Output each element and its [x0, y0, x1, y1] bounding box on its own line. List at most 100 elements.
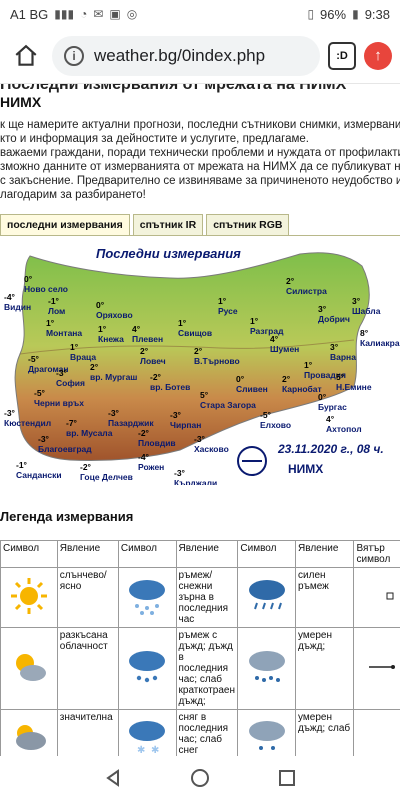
station-temp: 1°: [70, 342, 79, 352]
station-temp: -1°: [16, 460, 27, 470]
browser-toolbar: i weather.bg/0index.php :D ↑: [0, 28, 400, 84]
legend-text: силен ръмеж: [295, 567, 355, 628]
station-temp: 5°: [336, 372, 345, 382]
station-name: Кюстендил: [4, 418, 52, 428]
station-temp: -2°: [138, 428, 149, 438]
station-temp: -3°: [170, 410, 181, 420]
station-temp: 0°: [236, 374, 245, 384]
battery-icon: ▮: [352, 7, 359, 21]
station-name: Русе: [218, 306, 238, 316]
tab-satellite-ir[interactable]: спътник IR: [132, 214, 204, 235]
station-label: 0° Оряхово: [96, 300, 133, 320]
station-name: Оряхово: [96, 310, 133, 320]
station-name: Елхово: [260, 420, 292, 430]
station-label: 4° Плевен: [132, 324, 163, 344]
legend-wind-cell: [353, 627, 400, 710]
station-temp: 4°: [270, 334, 279, 344]
station-name: Шумен: [270, 344, 300, 354]
home-circle-icon: [190, 769, 209, 787]
intro-line: к ще намерите актуални прогнози, последн…: [0, 119, 400, 131]
measurement-map[interactable]: Последни измервания 0° Ново село -4° Видин -…: [0, 235, 400, 485]
station-name: Видин: [4, 302, 32, 312]
station-label: -3° Кърджали: [174, 468, 217, 485]
vibrate-icon: ▯: [307, 7, 315, 21]
legend-symbol-cell: [0, 709, 58, 756]
legend-header: Символ: [117, 540, 177, 568]
tab-satellite-rgb[interactable]: спътник RGB: [206, 214, 290, 235]
station-temp: 2°: [286, 276, 295, 286]
station-temp: -3°: [56, 368, 67, 378]
back-button[interactable]: [101, 766, 125, 790]
station-temp: 1°: [250, 316, 259, 326]
station-temp: -3°: [194, 434, 205, 444]
web-page: Последни измервания от мрежата на НИМХ Н…: [0, 84, 400, 756]
station-name: Пловдив: [138, 438, 176, 448]
station-label: -4° Видин: [4, 292, 31, 312]
legend-header: Символ: [0, 540, 58, 568]
station-label: 2° Карнобат: [282, 374, 322, 394]
station-name: Калиакра: [360, 338, 400, 348]
home-icon: [15, 44, 37, 66]
station-label: 1° Монтана: [46, 318, 82, 338]
station-temp: 2°: [140, 346, 149, 356]
legend-symbol-cell: [237, 627, 297, 710]
intro-line: с закъснение. Предварително се извинявам…: [0, 175, 400, 187]
tabs-button[interactable]: :D: [328, 41, 356, 70]
station-label: -1° Лом: [48, 296, 65, 316]
station-temp: 4°: [326, 414, 335, 424]
svg-text:✱: ✱: [151, 745, 159, 756]
status-right: ▯ 96% ▮ 9:38: [307, 7, 390, 22]
station-label: 2° вр. Мургаш: [90, 362, 137, 382]
map-org: НИМХ: [288, 462, 324, 476]
legend-text: разкъсана облачност: [56, 627, 119, 710]
station-temp: -1°: [48, 296, 59, 306]
station-temp: -2°: [150, 372, 161, 382]
tab-latest-measurements[interactable]: последни измервания: [0, 214, 130, 235]
legend-symbol-cell: [0, 627, 58, 710]
station-label: 2° Силистра: [286, 276, 327, 296]
status-bar: A1 BG ▮▮▮ ◔ ✉ ▣ ◎ ▯ 96% ▮ 9:38: [0, 0, 400, 28]
station-name: Враца: [70, 352, 97, 362]
address-bar[interactable]: i weather.bg/0index.php: [52, 35, 320, 76]
station-label: 0° Бургас: [318, 392, 347, 412]
station-label: -2° Гоце Делчев: [80, 462, 133, 482]
info-icon[interactable]: i: [64, 45, 84, 66]
station-label: 1° Враца: [70, 342, 96, 362]
partly-cloudy-icon: [15, 654, 46, 681]
station-temp: 5°: [200, 390, 209, 400]
station-temp: -5°: [34, 388, 45, 398]
station-name: Силистра: [286, 286, 327, 296]
rain-drizzle-icon: [129, 651, 166, 683]
svg-text:✱: ✱: [137, 745, 145, 756]
station-name: Гоце Делчев: [80, 472, 133, 482]
url-text: weather.bg/0index.php: [94, 45, 266, 65]
station-label: -1° Сандански: [16, 460, 62, 480]
legend-text: ръмеж с дъжд; дъжд в последния час; слаб…: [175, 627, 239, 710]
station-label: 3° Варна: [330, 342, 356, 362]
intro-line: зможно данните от измерванията от мрежат…: [0, 161, 400, 173]
station-temp: 0°: [318, 392, 327, 402]
station-name: Благоевград: [38, 444, 92, 454]
legend-header: Символ: [237, 540, 297, 568]
moderate-rain-icon: [248, 651, 285, 682]
recents-button[interactable]: [275, 766, 299, 790]
station-label: 3° Добрич: [318, 304, 350, 324]
station-name: Стара Загора: [200, 400, 256, 410]
battery-level: 96%: [320, 6, 347, 22]
legend-header: Явление: [295, 540, 355, 568]
instagram-icon: ◎: [126, 7, 138, 21]
station-label: -3° Пазарджик: [108, 408, 154, 428]
station-temp: 1°: [98, 324, 107, 334]
update-button[interactable]: ↑: [364, 41, 392, 70]
legend-wind-cell: [353, 709, 400, 756]
status-left: A1 BG ▮▮▮ ◔ ✉ ▣ ◎: [10, 7, 137, 22]
heading-partial: Последни измервания от мрежата на НИМХ: [0, 84, 347, 93]
home-button[interactable]: [8, 38, 44, 74]
station-temp: -4°: [138, 452, 149, 462]
station-name: София: [56, 378, 85, 388]
station-temp: 1°: [218, 296, 227, 306]
station-name: Шабла: [352, 306, 381, 316]
signal-icon: ▮▮▮: [54, 7, 75, 21]
wind-barb-icon: [368, 665, 395, 669]
home-nav-button[interactable]: [188, 766, 212, 790]
